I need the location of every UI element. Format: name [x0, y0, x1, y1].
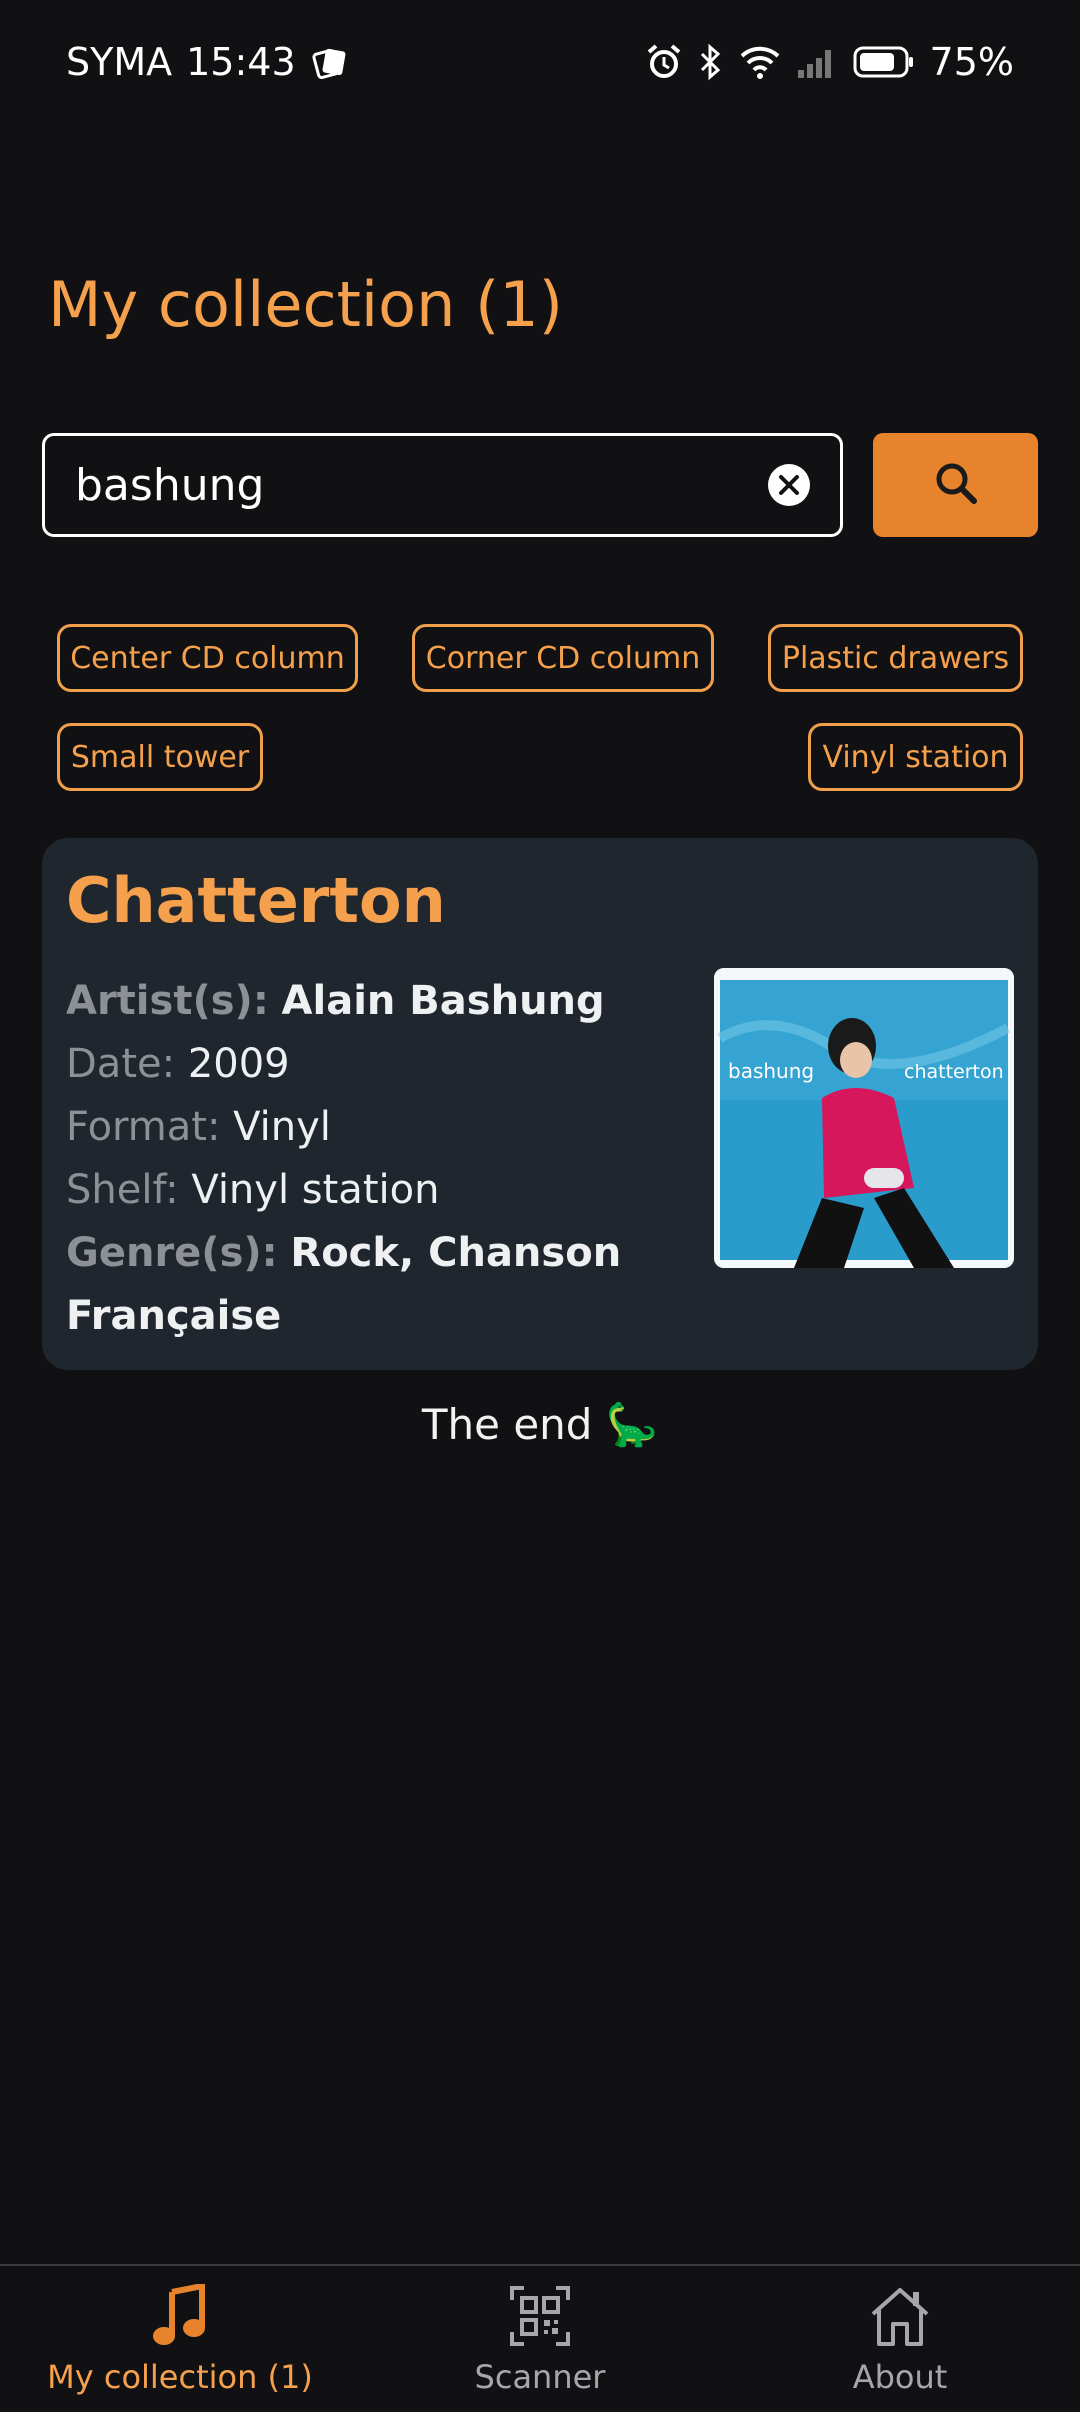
- home-icon: [867, 2284, 933, 2352]
- clock: 15:43: [186, 40, 296, 84]
- shelf-value: Vinyl station: [191, 1167, 440, 1213]
- status-bar-left: SYMA 15:43: [66, 40, 350, 84]
- qr-code-icon: [508, 2284, 572, 2352]
- bluetooth-icon: [698, 42, 724, 82]
- album-cover-image: bashung chatterton: [714, 968, 1014, 1268]
- alarm-icon: [644, 42, 684, 82]
- format-row: Format: Vinyl: [66, 1096, 656, 1159]
- status-bar-right: 75%: [644, 40, 1014, 84]
- nav-item-scanner[interactable]: Scanner: [360, 2266, 720, 2412]
- filter-chip-small-tower[interactable]: Small tower: [57, 723, 263, 791]
- album-title: Chatterton: [66, 864, 446, 937]
- cover-text-bashung: bashung: [728, 1059, 814, 1083]
- shelf-label: Shelf:: [66, 1167, 179, 1213]
- filter-chip-vinyl-station[interactable]: Vinyl station: [808, 723, 1023, 791]
- search-icon: [932, 459, 980, 511]
- genre-row: Genre(s): Rock, Chanson Française: [66, 1222, 656, 1348]
- nav-item-about[interactable]: About: [720, 2266, 1080, 2412]
- format-label: Format:: [66, 1104, 221, 1150]
- battery-level: 75%: [929, 40, 1014, 84]
- album-info: Artist(s): Alain Bashung Date: 2009 Form…: [66, 970, 656, 1348]
- genre-label: Genre(s):: [66, 1230, 278, 1276]
- battery-icon: [852, 42, 916, 82]
- filter-chip-center-cd-column[interactable]: Center CD column: [57, 624, 358, 692]
- end-of-list-text: The end 🦕: [421, 1400, 659, 1449]
- format-value: Vinyl: [233, 1104, 331, 1150]
- clear-search-icon[interactable]: [768, 464, 810, 506]
- wifi-icon: [738, 42, 782, 82]
- nav-label-my-collection: My collection (1): [47, 2358, 313, 2396]
- page-title: My collection (1): [48, 268, 563, 341]
- bottom-navigation: My collection (1) Scanner About: [0, 2264, 1080, 2412]
- date-value: 2009: [187, 1041, 290, 1087]
- search-input-value[interactable]: bashung: [75, 460, 768, 511]
- status-bar: SYMA 15:43 75%: [0, 0, 1080, 124]
- filter-chip-plastic-drawers[interactable]: Plastic drawers: [768, 624, 1023, 692]
- artist-label: Artist(s):: [66, 978, 269, 1024]
- signal-icon: [796, 42, 838, 82]
- notification-cards-icon: [310, 42, 350, 82]
- nav-label-about: About: [852, 2358, 948, 2396]
- music-note-icon: [150, 2282, 210, 2352]
- cover-text-chatterton: chatterton: [904, 1061, 1004, 1083]
- shelf-row: Shelf: Vinyl station: [66, 1159, 656, 1222]
- nav-label-scanner: Scanner: [474, 2358, 606, 2396]
- search-button[interactable]: [873, 433, 1038, 537]
- filter-chip-corner-cd-column[interactable]: Corner CD column: [412, 624, 714, 692]
- artist-value: Alain Bashung: [281, 978, 605, 1024]
- album-card[interactable]: Chatterton Artist(s): Alain Bashung Date…: [42, 838, 1038, 1370]
- nav-item-my-collection[interactable]: My collection (1): [0, 2266, 360, 2412]
- carrier-label: SYMA: [66, 40, 173, 84]
- search-input[interactable]: bashung: [42, 433, 843, 537]
- artist-row: Artist(s): Alain Bashung: [66, 970, 656, 1033]
- date-label: Date:: [66, 1041, 176, 1087]
- date-row: Date: 2009: [66, 1033, 656, 1096]
